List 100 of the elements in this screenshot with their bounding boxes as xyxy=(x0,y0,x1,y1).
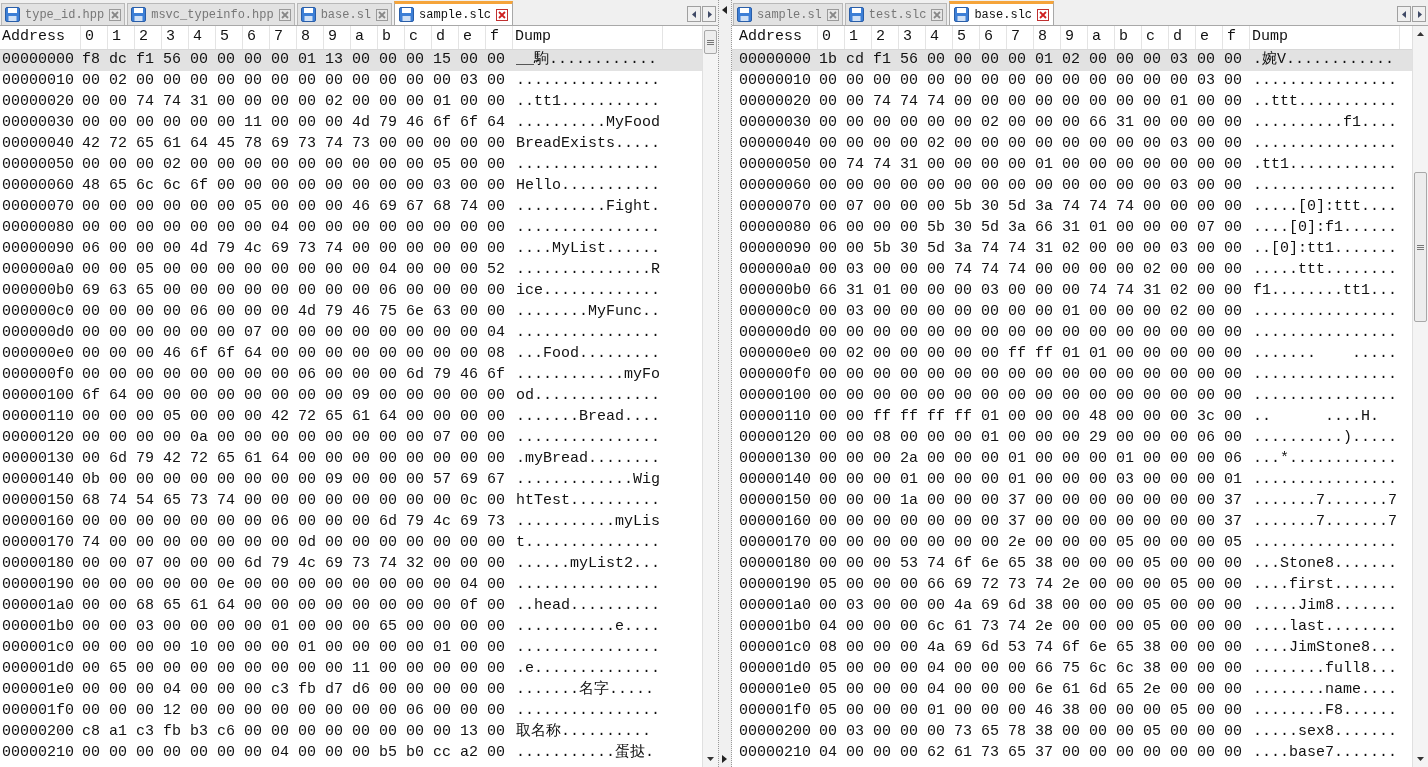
column-header: 9 xyxy=(1061,26,1088,49)
hex-bytes: 00 00 08 00 00 00 01 00 00 00 29 00 00 00 06 00 xyxy=(818,428,1244,449)
hex-bytes: 00 00 00 04 00 00 00 c3 fb d7 d6 00 00 00 00 00 xyxy=(81,680,507,701)
down-arrow-icon xyxy=(1417,757,1424,761)
address-cell-text: 00000160 xyxy=(738,512,812,533)
column-header: c xyxy=(405,26,432,49)
ascii-dump: od.............. xyxy=(515,386,661,407)
ascii-dump: .. ....H. xyxy=(1252,407,1380,428)
hex-bytes: 00 00 00 00 00 00 00 37 00 00 00 00 00 00 00 37 xyxy=(818,512,1244,533)
scroll-tabs-left-button[interactable] xyxy=(687,6,701,22)
hex-bytes: 05 00 00 00 01 00 00 00 46 38 00 00 00 05 00 00 xyxy=(818,701,1244,722)
address-cell-text: 000000b0 xyxy=(738,281,812,302)
ascii-dump: ....first....... xyxy=(1252,575,1398,596)
hex-bytes: 00 00 74 74 74 00 00 00 00 00 00 00 00 01 00 00 xyxy=(818,92,1244,113)
address-cell-text: 00000180 xyxy=(738,554,812,575)
ascii-dump: ................ xyxy=(1252,533,1398,554)
grip-icon xyxy=(707,39,714,45)
hex-bytes: 06 00 00 00 4d 79 4c 69 73 74 00 00 00 00 00 00 xyxy=(81,239,507,260)
close-icon[interactable] xyxy=(109,8,122,21)
close-icon[interactable] xyxy=(826,8,839,21)
vertical-scrollbar[interactable] xyxy=(702,26,718,767)
hex-bytes: 69 63 65 00 00 00 00 00 00 00 00 06 00 00 00 00 xyxy=(81,281,507,302)
hex-bytes: 06 00 00 00 5b 30 5d 3a 66 31 01 00 00 00 07 00 xyxy=(818,218,1244,239)
right-arrow-icon xyxy=(706,10,712,18)
hex-bytes: 48 65 6c 6c 6f 00 00 00 00 00 00 00 00 03 00 00 xyxy=(81,176,507,197)
ascii-dump: .....Jim8....... xyxy=(1252,596,1398,617)
address-cell-text: 00000040 xyxy=(738,134,812,155)
hex-bytes: 00 00 00 12 00 00 00 00 00 00 00 00 06 00 00 00 xyxy=(81,701,507,722)
close-icon[interactable] xyxy=(931,8,944,21)
ascii-dump: ...............R xyxy=(515,260,661,281)
address-cell-text: 00000120 xyxy=(1,428,75,449)
address-cell-text: 000000c0 xyxy=(738,302,812,323)
scroll-tabs-left-button[interactable] xyxy=(1397,6,1411,22)
hex-bytes: 04 00 00 00 62 61 73 65 37 00 00 00 00 00 00 00 xyxy=(818,743,1244,764)
hex-bytes: 00 00 00 00 00 0e 00 00 00 00 00 00 00 00 04 00 xyxy=(81,575,507,596)
up-arrow-icon xyxy=(1417,32,1424,36)
address-cell-text: 000001b0 xyxy=(1,617,75,638)
column-header: 3 xyxy=(899,26,926,49)
close-icon[interactable] xyxy=(1037,8,1050,21)
address-cell-text: 00000070 xyxy=(1,197,75,218)
hex-bytes: 00 65 00 00 00 00 00 00 00 00 11 00 00 00 00 00 xyxy=(81,659,507,680)
hex-bytes: 00 00 00 00 0a 00 00 00 00 00 00 00 00 07 00 00 xyxy=(81,428,507,449)
ascii-dump: ................ xyxy=(515,71,661,92)
ascii-dump: ...Food......... xyxy=(515,344,661,365)
column-header: 3 xyxy=(162,26,189,49)
ascii-dump: ...........e.... xyxy=(515,617,661,638)
close-icon[interactable] xyxy=(376,8,389,21)
hex-bytes: 00 00 5b 30 5d 3a 74 74 31 02 00 00 00 03 00 00 xyxy=(818,239,1244,260)
column-header: 9 xyxy=(324,26,351,49)
ascii-dump: ................ xyxy=(515,218,661,239)
hex-bytes: 00 02 00 00 00 00 00 00 00 00 00 00 00 00 03 00 xyxy=(81,71,507,92)
collapse-left-icon[interactable] xyxy=(722,6,727,14)
close-icon[interactable] xyxy=(496,8,509,21)
right-arrow-icon xyxy=(1416,10,1422,18)
hex-bytes: 00 00 00 2a 00 00 00 01 00 00 00 01 00 00 00 06 xyxy=(818,449,1244,470)
address-cell-text: 000000d0 xyxy=(1,323,75,344)
file-tab[interactable]: test.slc xyxy=(844,3,948,25)
left-arrow-icon xyxy=(691,10,697,18)
address-cell-text: 00000000 xyxy=(738,50,812,71)
collapse-right-icon[interactable] xyxy=(722,755,727,763)
address-cell-text: 00000050 xyxy=(1,155,75,176)
hex-row[interactable]: 00000000 1b cd f1 56 00 00 00 00 01 02 00 00 00 03 00 00 .婉V............ xyxy=(732,50,1412,71)
address-cell-text: 000001a0 xyxy=(738,596,812,617)
hex-bytes: 00 00 00 00 00 00 00 04 00 00 00 b5 b0 cc a2 00 xyxy=(81,743,507,764)
hex-row[interactable]: 00000000 f8 dc f1 56 00 00 00 00 01 13 00 00 00 15 00 00 __駒............ xyxy=(0,50,702,71)
address-cell-text: 000001b0 xyxy=(738,617,812,638)
file-tab[interactable]: base.slc xyxy=(949,1,1055,25)
address-cell-text: 00000020 xyxy=(738,92,812,113)
ascii-dump: ...Stone8....... xyxy=(1252,554,1398,575)
vertical-scrollbar[interactable] xyxy=(1412,26,1428,767)
scroll-tabs-right-button[interactable] xyxy=(1412,6,1426,22)
address-cell-text: 000001c0 xyxy=(1,638,75,659)
address-cell-text: 00000150 xyxy=(1,491,75,512)
scrollbar-thumb[interactable] xyxy=(1414,172,1427,322)
close-icon[interactable] xyxy=(278,8,291,21)
address-cell-text: 000001f0 xyxy=(738,701,812,722)
file-tab[interactable]: msvc_typeinfo.hpp xyxy=(127,3,295,25)
file-tab[interactable]: sample.sl xyxy=(733,3,843,25)
ascii-dump: ....... ..... xyxy=(1252,344,1398,365)
file-tab[interactable]: sample.slc xyxy=(394,1,514,25)
scrollbar-thumb[interactable] xyxy=(704,30,717,54)
file-tab[interactable]: base.sl xyxy=(296,3,393,25)
hex-bytes: 00 07 00 00 00 5b 30 5d 3a 74 74 74 00 00 00 00 xyxy=(818,197,1244,218)
ascii-dump: ....base7....... xyxy=(1252,743,1398,764)
ascii-dump: ....last........ xyxy=(1252,617,1398,638)
hex-bytes: 00 00 00 00 00 00 00 00 00 00 00 00 00 00 00 00 xyxy=(818,386,1244,407)
ascii-dump: ................ xyxy=(515,575,661,596)
ascii-dump: .婉V............ xyxy=(1252,50,1395,71)
scroll-tabs-right-button[interactable] xyxy=(702,6,716,22)
hex-bytes: 1b cd f1 56 00 00 00 00 01 02 00 00 00 03 00 00 xyxy=(818,50,1244,71)
hex-bytes: 00 00 00 1a 00 00 00 37 00 00 00 00 00 00 00 37 xyxy=(818,491,1244,512)
file-tab[interactable]: type_id.hpp xyxy=(1,3,126,25)
address-cell-text: 00000200 xyxy=(1,722,75,743)
column-header: b xyxy=(1115,26,1142,49)
ascii-dump: ................ xyxy=(1252,176,1398,197)
hex-bytes: 66 31 01 00 00 00 03 00 00 00 74 74 31 02 00 00 xyxy=(818,281,1244,302)
hex-bytes: 00 00 00 00 02 00 00 00 00 00 00 00 00 03 00 00 xyxy=(818,134,1244,155)
ascii-dump: .............Wig xyxy=(515,470,661,491)
hex-bytes: 74 00 00 00 00 00 00 00 0d 00 00 00 00 00 00 00 xyxy=(81,533,507,554)
ascii-dump: ..[0]:tt1....... xyxy=(1252,239,1398,260)
